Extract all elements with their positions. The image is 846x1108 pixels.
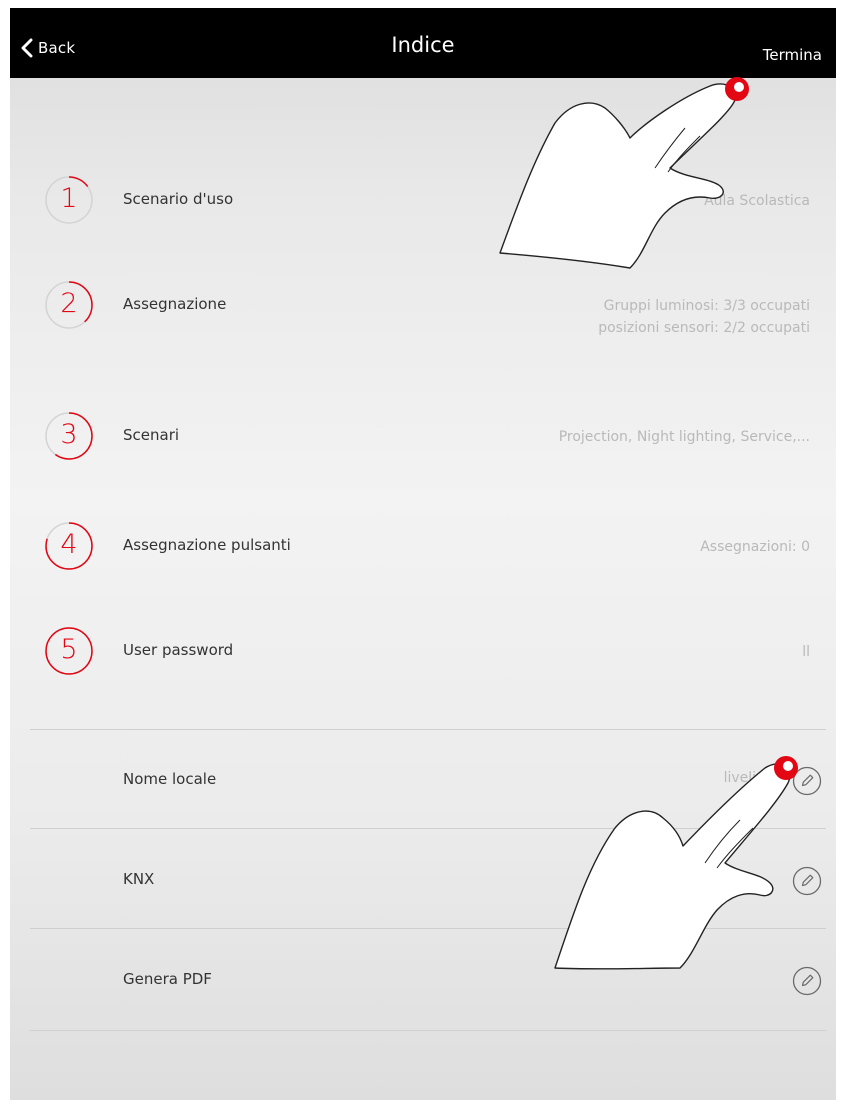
setting-row-genera-pdf[interactable]: Genera PDF [10, 930, 836, 1030]
divider [30, 928, 826, 929]
step-label: Scenario d'uso [123, 190, 234, 208]
pointing-hand-icon [499, 77, 749, 269]
setting-row-knx[interactable]: KNX [10, 830, 836, 930]
setting-label: Genera PDF [123, 970, 212, 988]
step-row-scenario[interactable]: 1 Scenario d'uso Aula Scolastica [10, 174, 836, 234]
step-number: 1 [60, 183, 78, 214]
step-row-pulsanti[interactable]: 4 Assegnazione pulsanti Assegnazioni: 0 [10, 520, 836, 580]
navigation-bar: Back Indice Termina [10, 8, 836, 78]
step-value: ll [802, 644, 810, 660]
pencil-icon[interactable] [792, 866, 822, 896]
step-number: 4 [60, 529, 78, 560]
step-row-scenari[interactable]: 3 Scenari Projection, Night lighting, Se… [10, 410, 836, 470]
step-row-password[interactable]: 5 User password ll [10, 625, 836, 685]
step-number: 5 [60, 634, 78, 665]
termina-button[interactable]: Termina [763, 46, 822, 64]
step-row-assegnazione[interactable]: 2 Assegnazione Gruppi luminosi: 3/3 occu… [10, 279, 836, 349]
setting-value: livelink [723, 770, 773, 786]
setting-label: KNX [123, 870, 155, 888]
step-value-line: Gruppi luminosi: 3/3 occupati [603, 298, 810, 314]
app-screen: Back Indice Termina 1 Scenario d'uso Aul… [10, 8, 836, 1100]
pencil-icon[interactable] [792, 766, 822, 796]
divider [30, 1030, 826, 1031]
pencil-icon[interactable] [792, 966, 822, 996]
setting-row-nome-locale[interactable]: Nome locale livelink [10, 730, 836, 830]
step-number: 2 [60, 288, 78, 319]
divider [30, 828, 826, 829]
step-label: User password [123, 641, 234, 659]
step-value: Assegnazioni: 0 [700, 539, 810, 555]
page-title: Indice [391, 33, 455, 57]
setting-label: Nome locale [123, 770, 217, 788]
step-label: Assegnazione pulsanti [123, 536, 291, 554]
step-number: 3 [60, 419, 78, 450]
step-value: Gruppi luminosi: 3/3 occupati posizioni … [598, 295, 810, 339]
step-value: Aula Scolastica [704, 193, 810, 209]
step-value: Projection, Night lighting, Service,... [558, 429, 810, 445]
step-label: Scenari [123, 426, 180, 444]
step-label: Assegnazione [123, 295, 227, 313]
step-value-line: posizioni sensori: 2/2 occupati [598, 320, 810, 336]
